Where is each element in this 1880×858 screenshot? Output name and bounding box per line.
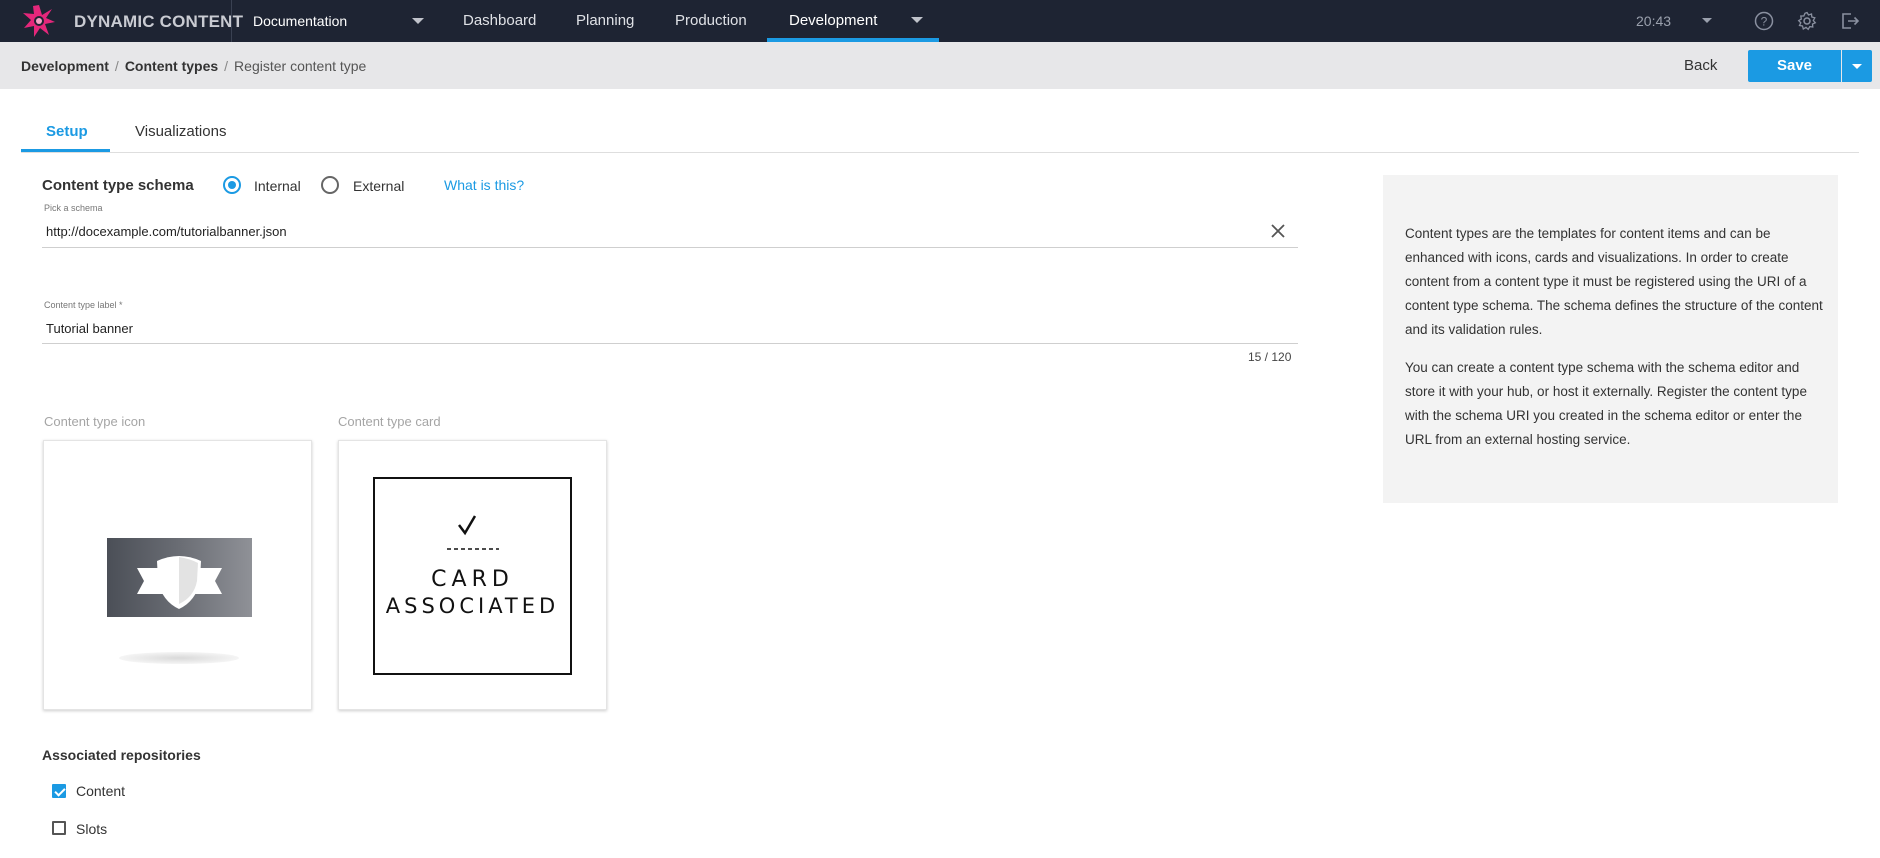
tab-divider <box>21 152 1859 153</box>
breadcrumb-current: Register content type <box>234 58 367 74</box>
breadcrumb: Development / Content types / Register conte… <box>21 58 366 74</box>
schema-heading: Content type schema <box>42 177 194 194</box>
help-panel: Content types are the templates for cont… <box>1383 175 1838 503</box>
brand-name: DYNAMIC CONTENT <box>74 12 244 31</box>
checkbox-slots[interactable] <box>52 821 66 835</box>
content-type-icon-tile[interactable] <box>43 440 312 710</box>
nav-planning[interactable]: Planning <box>576 12 634 29</box>
checkbox-content[interactable] <box>52 784 66 798</box>
breadcrumb-bar: Development / Content types / Register conte… <box>0 42 1880 89</box>
radio-external-label[interactable]: External <box>353 178 404 194</box>
nav-development[interactable]: Development <box>789 12 877 29</box>
chevron-down-icon[interactable] <box>412 18 424 24</box>
save-button[interactable]: Save <box>1748 50 1841 82</box>
hub-selector[interactable]: Documentation <box>253 13 347 29</box>
tab-setup[interactable]: Setup <box>46 123 88 140</box>
help-paragraph-1: Content types are the templates for cont… <box>1405 226 1823 337</box>
repositories-heading: Associated repositories <box>42 747 201 763</box>
card-section-label: Content type card <box>338 414 441 429</box>
clock-display: 20:43 <box>1636 13 1672 29</box>
checkbox-content-label[interactable]: Content <box>76 783 125 799</box>
sign-out-icon[interactable] <box>1840 11 1860 31</box>
label-field-input[interactable]: Tutorial banner <box>46 321 133 336</box>
icon-section-label: Content type icon <box>44 414 146 429</box>
close-icon[interactable] <box>1269 222 1287 240</box>
label-field-caption: Content type label * <box>44 300 123 310</box>
what-is-this-link[interactable]: What is this? <box>444 177 524 193</box>
radio-internal[interactable] <box>223 176 241 194</box>
nav-dashboard[interactable]: Dashboard <box>463 12 536 29</box>
chevron-down-icon[interactable] <box>911 17 923 23</box>
content-type-card-tile[interactable]: CARD ASSOCIATED <box>338 440 607 710</box>
breadcrumb-separator: / <box>224 58 229 74</box>
schema-picker-underline <box>42 247 1298 248</box>
starburst-logo-icon[interactable] <box>22 4 56 38</box>
breadcrumb-content-types[interactable]: Content types <box>125 58 218 74</box>
back-button[interactable]: Back <box>1684 57 1717 74</box>
chevron-down-icon[interactable] <box>1702 18 1712 23</box>
tab-visualizations[interactable]: Visualizations <box>135 123 226 140</box>
divider <box>231 0 232 42</box>
breadcrumb-development[interactable]: Development <box>21 58 109 74</box>
gear-icon[interactable] <box>1797 11 1817 31</box>
schema-picker-input[interactable]: http://docexample.com/tutorialbanner.jso… <box>46 224 287 239</box>
radio-external[interactable] <box>321 176 339 194</box>
card-placeholder-line1: CARD <box>431 567 514 592</box>
schema-picker-caption: Pick a schema <box>44 203 103 213</box>
checkbox-slots-label[interactable]: Slots <box>76 821 107 837</box>
top-navigation-bar: DYNAMIC CONTENT Documentation Dashboard … <box>0 0 1880 42</box>
breadcrumb-separator: / <box>114 58 119 74</box>
character-counter: 15 / 120 <box>1248 350 1292 364</box>
radio-internal-label[interactable]: Internal <box>254 178 301 194</box>
save-options-dropdown[interactable] <box>1842 50 1872 82</box>
help-icon[interactable]: ? <box>1754 11 1774 31</box>
card-placeholder-line2: ASSOCIATED <box>385 594 560 618</box>
svg-text:?: ? <box>1761 15 1768 29</box>
nav-production[interactable]: Production <box>675 12 747 29</box>
banner-shield-icon <box>107 538 252 664</box>
label-field-underline <box>42 343 1298 344</box>
help-paragraph-2: You can create a content type schema wit… <box>1405 360 1807 447</box>
